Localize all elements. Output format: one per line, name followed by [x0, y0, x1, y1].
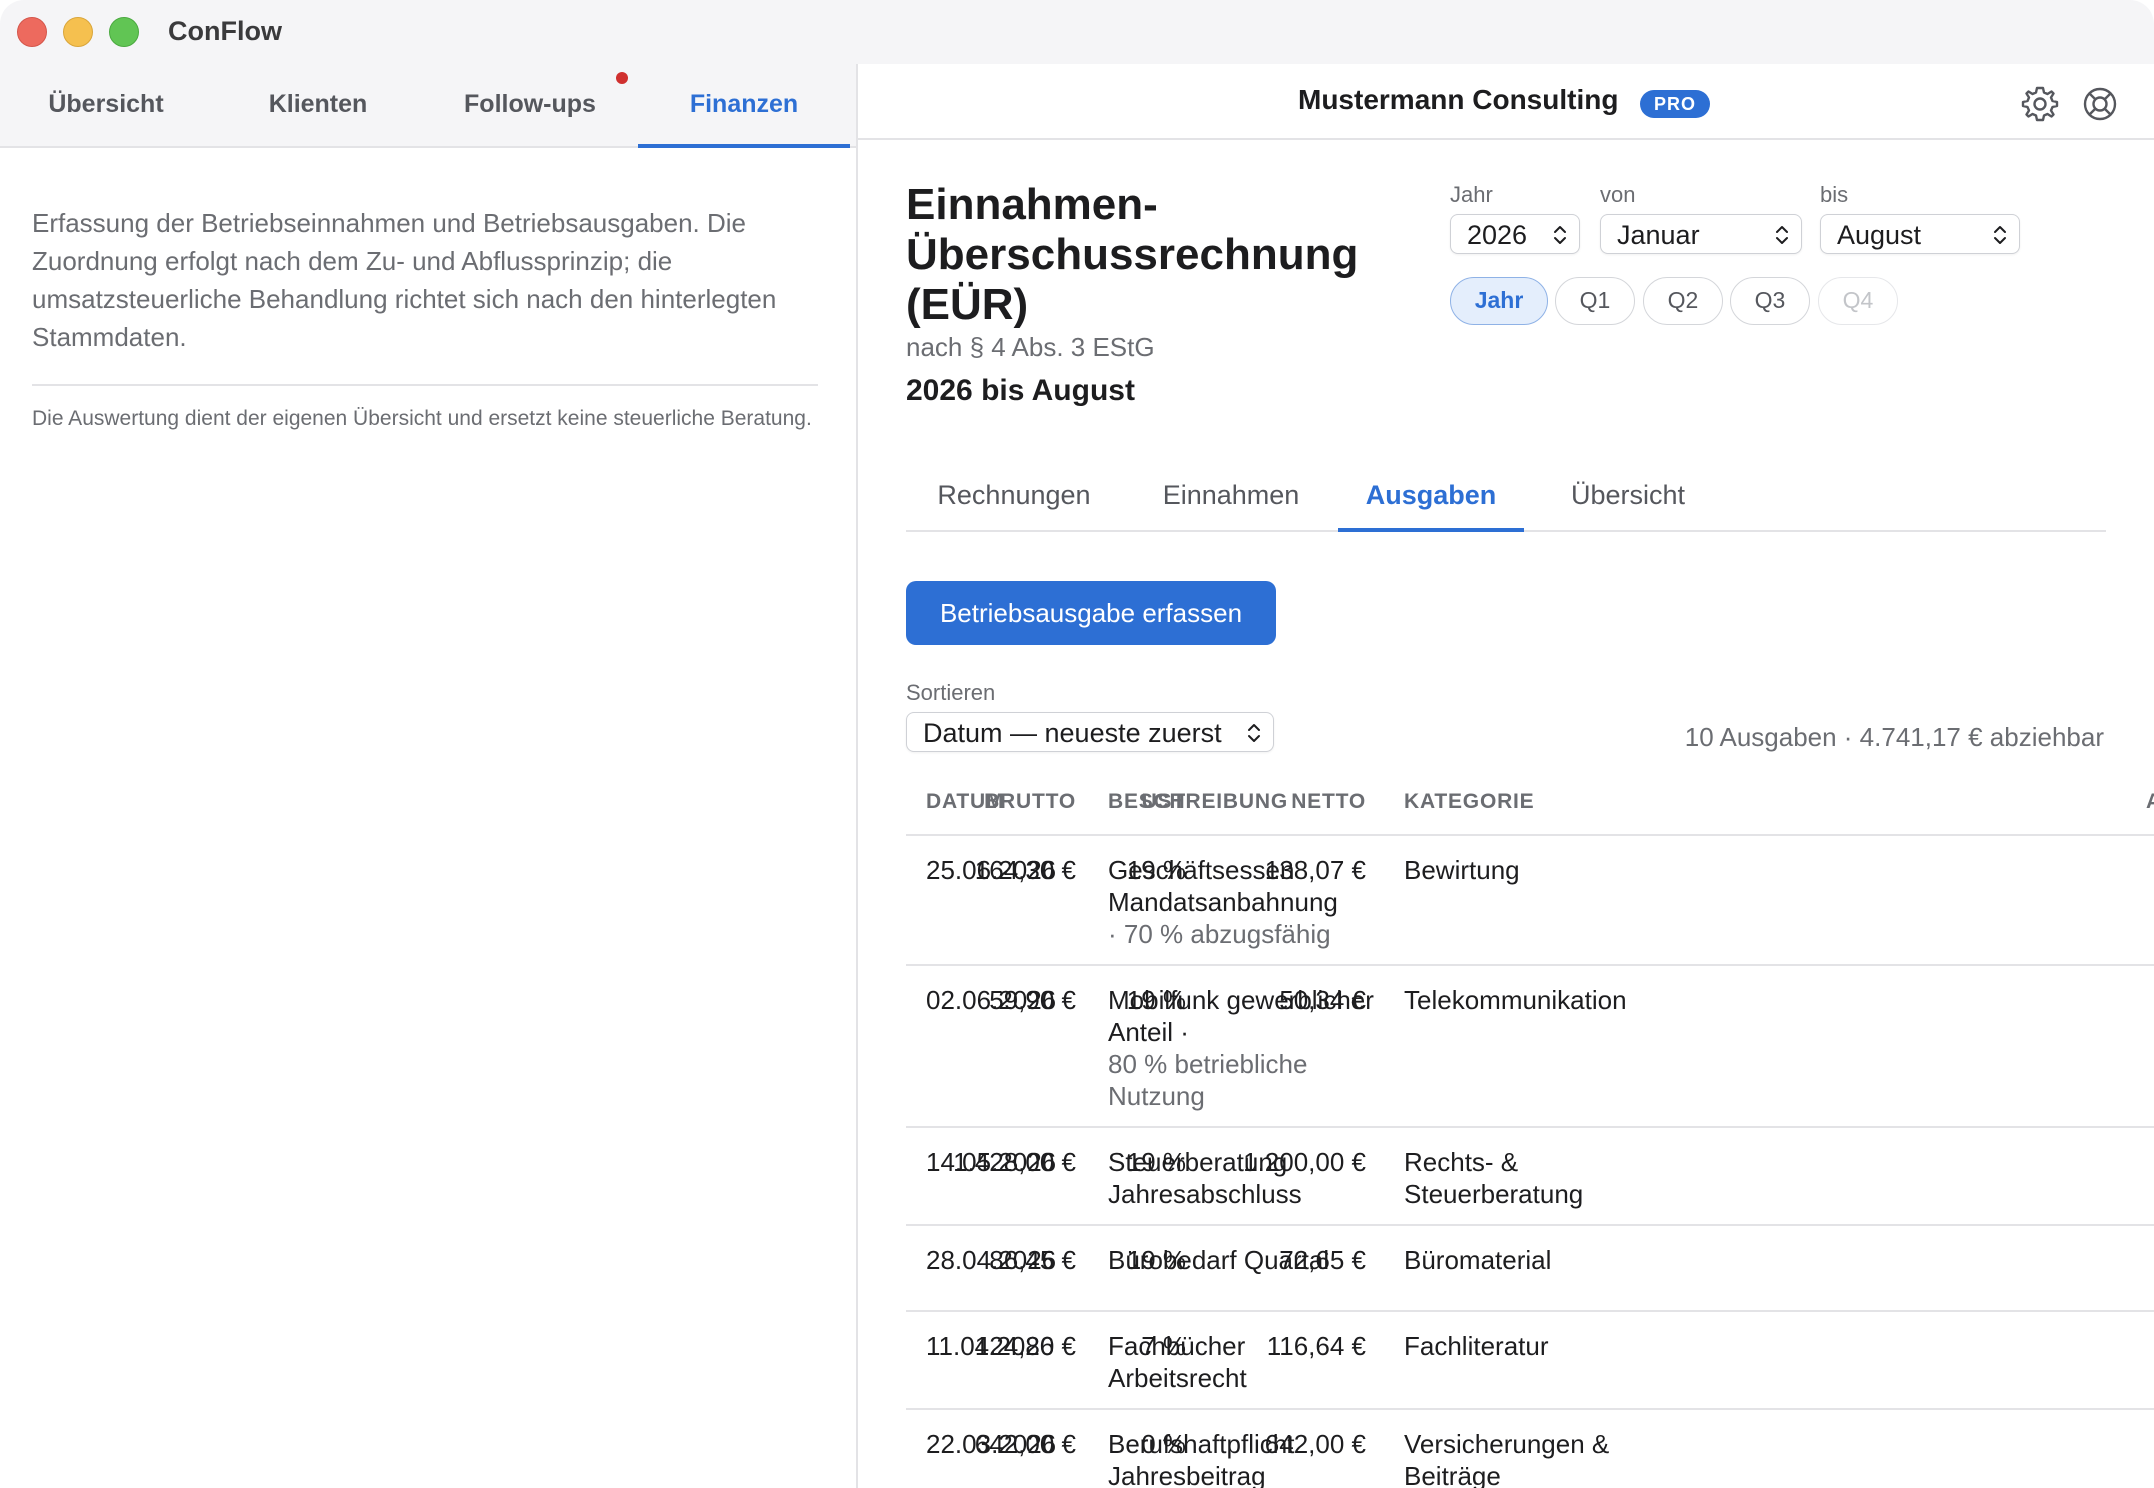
cell-category: Rechts- & Steuerberatung [1404, 1147, 1584, 1209]
cell-net: 138,07 € [1264, 855, 1366, 885]
col-ust[interactable]: UST [1142, 790, 1186, 814]
sort-label: Sortieren [906, 680, 996, 705]
col-more[interactable]: A [2146, 790, 2154, 814]
period-jahr[interactable]: Jahr [1450, 277, 1548, 325]
cell-gross: 642,00 € [974, 1429, 1076, 1459]
to-month-value: August [1837, 220, 1922, 250]
cell-net: 116,64 € [1266, 1331, 1366, 1361]
cell-net: 72,65 € [1279, 1245, 1366, 1275]
report-title-line3: (EÜR) [906, 280, 1029, 329]
cell-net: 1.200,00 € [1243, 1147, 1366, 1177]
table-row[interactable]: 28.04.2026 Bürobedarf Quartal Büromateri… [906, 1226, 2154, 1312]
period-q3[interactable]: Q3 [1730, 277, 1810, 325]
finance-description: Erfassung der Betriebseinnahmen und Betr… [32, 208, 777, 352]
description-note: · 70 % abzugsfähig [1108, 919, 1331, 949]
cell-net: 50,34 € [1279, 985, 1366, 1015]
cell-category: Telekommunikation [1404, 985, 1627, 1015]
from-month-select[interactable]: Januar [1600, 214, 1802, 254]
notification-dot [616, 72, 628, 84]
table-row[interactable]: 11.04.2026 Fachbücher Arbeitsrecht Fachl… [906, 1312, 2154, 1410]
cell-category: Fachliteratur [1404, 1331, 1549, 1361]
cell-vat: 19 % [1126, 1147, 1186, 1177]
maximize-window-button[interactable] [109, 17, 139, 47]
chevron-updown-icon [1554, 226, 1566, 244]
disclaimer-note: Die Auswertung dient der eigenen Übersic… [32, 407, 812, 430]
year-label: Jahr [1450, 182, 1493, 207]
expenses-table: DATUM BESCHREIBUNG KATEGORIE BRUTTO UST … [906, 764, 2154, 1488]
cell-net: 642,00 € [1264, 1429, 1366, 1459]
col-netto[interactable]: NETTO [1291, 790, 1366, 814]
year-select[interactable]: 2026 [1450, 214, 1580, 254]
tab-follow-ups-label: Follow-ups [464, 90, 596, 118]
chevron-updown-icon [1994, 226, 2006, 244]
pro-badge: PRO [1640, 90, 1711, 118]
cell-vat: 19 % [1126, 855, 1186, 885]
cell-gross: 59,90 € [989, 985, 1076, 1015]
cell-gross: 124,80 € [974, 1331, 1076, 1361]
tab-klienten[interactable]: Klienten [212, 64, 424, 146]
close-window-button[interactable] [17, 17, 47, 47]
app-title: ConFlow [168, 16, 282, 46]
from-label: von [1600, 182, 1636, 207]
table-row[interactable]: 25.06.2026 Geschäftsessen Mandatsanbahnu… [906, 836, 2154, 966]
to-month-select[interactable]: August [1820, 214, 2020, 254]
period-q2[interactable]: Q2 [1643, 277, 1723, 325]
cell-category: Bewirtung [1404, 855, 1520, 885]
from-month-value: Januar [1617, 220, 1700, 250]
sort-select-value: Datum — neueste zuerst [923, 718, 1222, 748]
report-range: 2026 bis August [906, 374, 1135, 407]
tab-uebersicht[interactable]: Übersicht [0, 64, 212, 146]
subtab-rechnungen[interactable]: Rechnungen [906, 464, 1122, 530]
table-row[interactable]: 02.06.2026 Mobilfunk gewerblicher Anteil… [906, 966, 2154, 1128]
report-title: Einnahmen- Überschussrechnung (EÜR) [906, 180, 1406, 330]
table-row[interactable]: 14.05.2026 Steuerberatung Jahresabschlus… [906, 1128, 2154, 1226]
description-note: 80 % betriebliche Nutzung [1108, 1049, 1308, 1111]
table-header: DATUM BESCHREIBUNG KATEGORIE BRUTTO UST … [906, 764, 2154, 836]
cell-category: Versicherungen & Beiträge [1404, 1429, 1610, 1488]
cell-gross: 164,30 € [974, 855, 1076, 885]
subtab-einnahmen[interactable]: Einnahmen [1128, 464, 1334, 530]
add-expense-button[interactable]: Betriebsausgabe erfassen [906, 581, 1276, 645]
cell-vat: 0 % [1141, 1429, 1186, 1459]
help-lifebuoy-icon[interactable] [2080, 84, 2120, 124]
sort-select[interactable]: Datum — neueste zuerst [906, 712, 1274, 752]
cell-vat: 19 % [1126, 1245, 1186, 1275]
cell-vat: 7 % [1141, 1331, 1186, 1361]
app-window: ConFlow Übersicht Klienten Follow-ups Fi… [0, 0, 2154, 1488]
cell-vat: 19 % [1126, 985, 1186, 1015]
period-q4: Q4 [1818, 277, 1898, 325]
col-brutto[interactable]: BRUTTO [984, 790, 1076, 814]
col-beschreibung[interactable]: BESCHREIBUNG [1108, 790, 1288, 814]
cell-gross: 86,45 € [989, 1245, 1076, 1275]
company-name: Mustermann Consulting [1298, 84, 1619, 115]
main-nav-tabs: Übersicht Klienten Follow-ups Finanzen [0, 64, 856, 148]
tab-follow-ups[interactable]: Follow-ups [424, 64, 636, 146]
right-pane: Mustermann Consulting PRO Einnahmen- Übe… [858, 64, 2154, 1488]
cell-gross: 1.428,00 € [953, 1147, 1076, 1177]
right-header: Mustermann Consulting PRO [858, 64, 2154, 140]
cell-category: Büromaterial [1404, 1245, 1552, 1275]
tab-finanzen[interactable]: Finanzen [638, 64, 850, 148]
period-q1[interactable]: Q1 [1555, 277, 1635, 325]
report-subtitle: nach § 4 Abs. 3 EStG [906, 332, 1155, 362]
report-title-line2: Überschussrechnung [906, 230, 1359, 279]
chevron-updown-icon [1776, 226, 1788, 244]
expense-summary: 10 Ausgaben · 4.741,17 € abziehbar [1684, 722, 2104, 752]
gear-icon[interactable] [2020, 84, 2060, 124]
chevron-updown-icon [1248, 724, 1260, 742]
year-select-value: 2026 [1467, 220, 1528, 250]
table-row[interactable]: 22.03.2026 Berufshaftpflicht Jahresbeitr… [906, 1410, 2154, 1488]
report-subtabs: Rechnungen Einnahmen Ausgaben Übersicht [906, 464, 2106, 532]
subtab-uebersicht[interactable]: Übersicht [1530, 464, 1726, 530]
report-title-line1: Einnahmen- [906, 180, 1158, 229]
col-kategorie[interactable]: KATEGORIE [1404, 790, 1534, 814]
divider [32, 384, 818, 386]
minimize-window-button[interactable] [63, 17, 93, 47]
left-pane: Übersicht Klienten Follow-ups Finanzen E… [0, 64, 858, 1488]
subtab-ausgaben[interactable]: Ausgaben [1338, 464, 1524, 532]
to-label: bis [1820, 182, 1849, 207]
title-bar: ConFlow [0, 0, 2154, 64]
